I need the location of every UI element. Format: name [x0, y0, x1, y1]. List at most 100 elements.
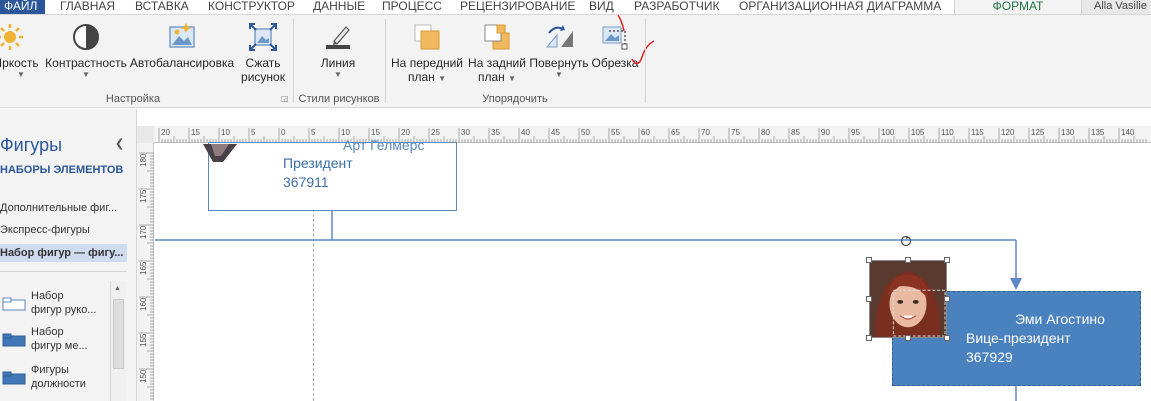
scroll-up-icon[interactable]: ▲ — [114, 285, 121, 292]
rotate-label: Повернуть — [529, 56, 589, 70]
ruler-label: 5 — [311, 128, 316, 137]
drawing-canvas[interactable]: Арт Гелмерс Президент 367911 Эми Агостин… — [155, 137, 1151, 401]
tab-design[interactable]: КОНСТРУКТОР — [208, 0, 295, 14]
horizontal-ruler[interactable]: 20 15 10 5 0 5 10 15 20 25 30 35 40 45 50 55 60 65 70 75 80 8… — [137, 126, 1151, 143]
brightness-label: Яркость — [0, 56, 39, 70]
vertical-ruler[interactable]: 180 175 170 165 160 155 150 — [137, 143, 154, 401]
resize-handle[interactable] — [944, 335, 950, 341]
tab-file[interactable]: ФАЙЛ — [0, 0, 46, 14]
shapes-panel-title: Фигуры — [0, 135, 63, 155]
compress-label-1: Сжать — [245, 56, 281, 70]
ruler-label: 165 — [139, 261, 148, 275]
stencil-item[interactable]: Набор фигур ме... — [0, 323, 110, 363]
more-shapes-link[interactable]: Дополнительные фиг... — [0, 202, 117, 214]
user-account[interactable]: Alla Vasilie — [1082, 0, 1151, 14]
horizontal-ruler-ticks: 20 15 10 5 0 5 10 15 20 25 30 35 40 45 50 55 60 65 70 75 80 8… — [158, 128, 1147, 143]
tab-format[interactable]: ФОРМАТ — [954, 0, 1082, 14]
resize-handle[interactable] — [905, 335, 911, 341]
person-role: Вице-президент — [966, 330, 1071, 346]
collapse-panel-icon[interactable]: ❮ — [115, 137, 124, 150]
ruler-label: 15 — [191, 128, 200, 137]
ruler-label: 105 — [911, 128, 925, 137]
ruler-label: 130 — [1061, 128, 1075, 137]
ruler-label: 180 — [139, 153, 148, 167]
bring-to-front-button[interactable]: На передний план ▼ — [388, 17, 466, 86]
rotate-handle-icon[interactable] — [900, 235, 912, 247]
stencil-shape-icon — [2, 297, 26, 311]
brightness-icon — [0, 24, 23, 50]
send-to-back-button[interactable]: На задний план ▼ — [465, 17, 529, 86]
resize-handle[interactable] — [866, 296, 872, 302]
resize-handle[interactable] — [944, 296, 950, 302]
ruler-label: 25 — [431, 128, 440, 137]
ruler-label: 170 — [139, 225, 148, 239]
ruler-label: 15 — [371, 128, 380, 137]
stencil-scrollbar[interactable]: ▲ — [110, 281, 126, 401]
autobalance-button[interactable]: Автобалансировка — [129, 17, 235, 70]
stencil-shape-icon — [2, 371, 26, 385]
person-id: 367929 — [966, 349, 1013, 365]
person-name: Эми Агостино — [1015, 311, 1105, 327]
contrast-button[interactable]: Контрастность ▼ — [44, 17, 128, 80]
brightness-button[interactable]: Яркость ▼ — [0, 17, 42, 80]
chevron-down-icon: ▼ — [555, 70, 563, 79]
ruler-label: 60 — [641, 128, 650, 137]
group-separator — [293, 19, 294, 103]
chevron-down-icon: ▼ — [334, 70, 342, 79]
tab-home[interactable]: ГЛАВНАЯ — [60, 0, 115, 14]
resize-handle[interactable] — [944, 257, 950, 263]
line-pen-icon — [326, 26, 350, 49]
stencil-shape-icon — [2, 333, 26, 347]
ruler-label: 30 — [461, 128, 470, 137]
ruler-label: 35 — [491, 128, 500, 137]
resize-handle[interactable] — [866, 335, 872, 341]
ruler-label: 100 — [881, 128, 895, 137]
ruler-label: 140 — [1121, 128, 1135, 137]
compress-picture-button[interactable]: Сжать рисунок — [236, 17, 290, 84]
tab-data[interactable]: ДАННЫЕ — [313, 0, 365, 14]
line-button[interactable]: Линия ▼ — [305, 17, 371, 80]
chevron-down-icon: ▼ — [82, 70, 90, 79]
scroll-thumb[interactable] — [113, 299, 124, 369]
ruler-label: 90 — [821, 128, 830, 137]
ruler-corner — [137, 126, 154, 143]
shapes-panel: Фигуры ❮ НАБОРЫ ЭЛЕМЕНТОВ Дополнительные… — [0, 109, 137, 401]
tab-view[interactable]: ВИД — [589, 0, 614, 14]
ruler-label: 5 — [251, 128, 256, 137]
resize-handle[interactable] — [905, 257, 911, 263]
rotate-icon — [545, 25, 573, 48]
group-label-arrange: Упорядочить — [482, 93, 548, 105]
ruler-label: 20 — [161, 128, 170, 137]
ruler-label: 135 — [1091, 128, 1105, 137]
vice-president-photo[interactable] — [869, 260, 947, 338]
tab-org-chart[interactable]: ОРГАНИЗАЦИОННАЯ ДИАГРАММА — [739, 0, 941, 14]
send-back-icon — [484, 24, 510, 50]
stencil-item[interactable]: Набор фигур руко... — [0, 287, 110, 327]
ruler-label: 0 — [281, 128, 286, 137]
rotate-button[interactable]: Повернуть ▼ — [527, 17, 591, 80]
tab-process[interactable]: ПРОЦЕСС — [382, 0, 442, 14]
ruler-label: 85 — [791, 128, 800, 137]
compress-label-2: рисунок — [241, 70, 285, 84]
tab-developer[interactable]: РАЗРАБОТЧИК — [634, 0, 720, 14]
ruler-label: 50 — [581, 128, 590, 137]
ruler-label: 55 — [611, 128, 620, 137]
stencil-item[interactable]: Фигуры должности — [0, 361, 110, 401]
active-stencil-link[interactable]: Набор фигур — фигу... — [0, 244, 127, 262]
ruler-label: 65 — [671, 128, 680, 137]
line-label: Линия — [320, 56, 356, 70]
ruler-label: 40 — [521, 128, 530, 137]
ruler-label: 80 — [761, 128, 770, 137]
tab-review[interactable]: РЕЦЕНЗИРОВАНИЕ — [460, 0, 575, 14]
group-label-styles: Стили рисунков — [298, 93, 380, 105]
group-separator — [385, 19, 386, 103]
stencils-heading[interactable]: НАБОРЫ ЭЛЕМЕНТОВ — [0, 164, 123, 176]
tab-insert[interactable]: ВСТАВКА — [135, 0, 189, 14]
visio-window: ФАЙЛ ГЛАВНАЯ ВСТАВКА КОНСТРУКТОР ДАННЫЕ … — [0, 0, 1151, 401]
stencil-list: Набор фигур руко... Набор фигур ме... Фигу… — [0, 281, 127, 401]
quick-shapes-link[interactable]: Экспресс-фигуры — [0, 224, 90, 236]
dialog-launcher-icon[interactable]: ◲ — [281, 95, 289, 103]
resize-handle[interactable] — [866, 257, 872, 263]
autobalance-icon — [169, 23, 195, 48]
ribbon-tabs: ФАЙЛ ГЛАВНАЯ ВСТАВКА КОНСТРУКТОР ДАННЫЕ … — [0, 0, 1151, 14]
